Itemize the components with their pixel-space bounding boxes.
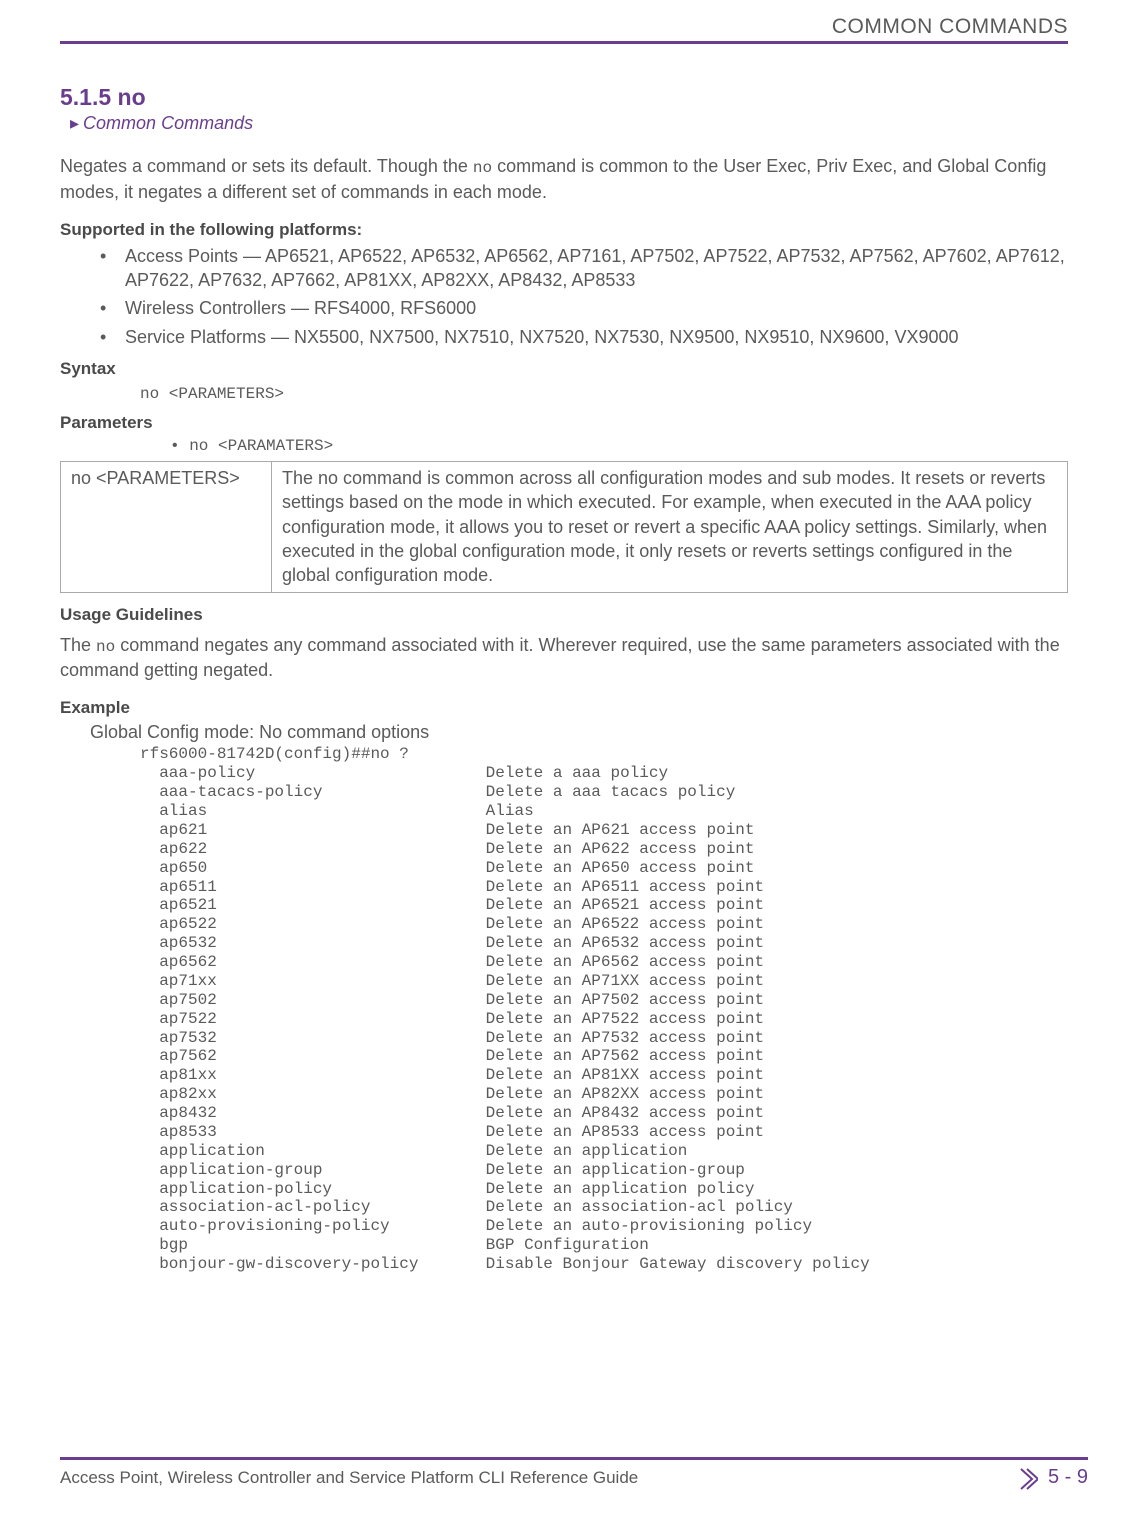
- breadcrumb-label: Common Commands: [83, 113, 253, 133]
- parameters-table: no <PARAMETERS> The no command is common…: [60, 461, 1068, 592]
- parameters-bullet: • no <PARAMATERS>: [170, 437, 1068, 455]
- footer-doc-title: Access Point, Wireless Controller and Se…: [60, 1468, 638, 1488]
- list-item: Service Platforms — NX5500, NX7500, NX75…: [100, 325, 1068, 349]
- chevron-right-icon: [1020, 1468, 1038, 1490]
- syntax-text: no <PARAMETERS>: [140, 385, 1068, 403]
- param-table-left: no <PARAMETERS>: [61, 462, 272, 592]
- header-rule: [60, 41, 1068, 44]
- param-table-right: The no command is common across all conf…: [272, 462, 1068, 592]
- list-item: Access Points — AP6521, AP6522, AP6532, …: [100, 244, 1068, 293]
- running-head: COMMON COMMANDS: [60, 15, 1068, 39]
- usage-heading: Usage Guidelines: [60, 605, 1068, 625]
- footer: Access Point, Wireless Controller and Se…: [60, 1457, 1088, 1489]
- page-number: 5 - 9: [1020, 1466, 1088, 1489]
- usage-paragraph: The no command negates any command assoc…: [60, 633, 1068, 683]
- section-heading: 5.1.5 no: [60, 84, 1068, 111]
- syntax-heading: Syntax: [60, 359, 1068, 379]
- example-intro: Global Config mode: No command options: [90, 722, 1068, 743]
- example-code: rfs6000-81742D(config)##no ? aaa-policy …: [140, 745, 1068, 1274]
- list-item: Wireless Controllers — RFS4000, RFS6000: [100, 296, 1068, 320]
- platforms-heading: Supported in the following platforms:: [60, 220, 1068, 240]
- footer-rule: [60, 1457, 1088, 1460]
- example-heading: Example: [60, 698, 1068, 718]
- intro-paragraph: Negates a command or sets its default. T…: [60, 154, 1068, 204]
- arrow-right-icon: ▸: [70, 113, 79, 134]
- platforms-list: Access Points — AP6521, AP6522, AP6532, …: [100, 244, 1068, 349]
- breadcrumb[interactable]: ▸Common Commands: [70, 113, 1068, 134]
- parameters-heading: Parameters: [60, 413, 1068, 433]
